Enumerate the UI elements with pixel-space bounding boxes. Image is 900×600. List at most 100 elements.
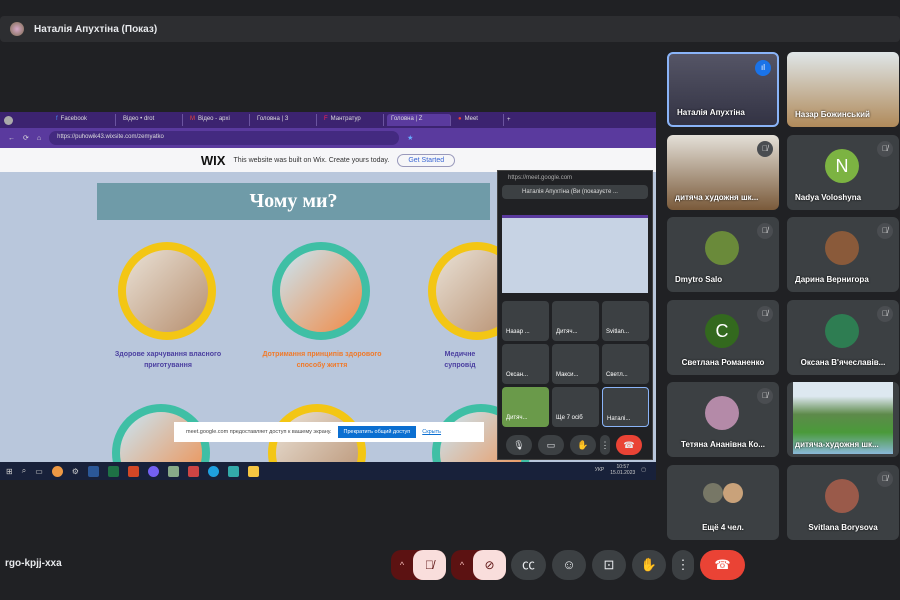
- participant-tile[interactable]: 🎙̸ Dmytro Salo: [667, 217, 779, 292]
- mic-options-chevron-icon[interactable]: ^: [391, 550, 413, 580]
- participant-name: дитяча художня шк...: [675, 193, 759, 202]
- participant-tile[interactable]: Назар Божинський: [787, 52, 899, 127]
- url-input[interactable]: https://puhowik43.wixsite.com/zemyatko: [49, 131, 400, 145]
- participant-tile[interactable]: 🎙̸ дитяча художня шк...: [667, 135, 779, 210]
- home-icon[interactable]: ⌂: [37, 135, 41, 142]
- notifications-icon[interactable]: ▢: [641, 467, 646, 473]
- avatar: N: [825, 149, 859, 183]
- camera-options-chevron-icon[interactable]: ^: [451, 550, 473, 580]
- notice-text: meet.google.com предоставляет доступ к в…: [186, 429, 332, 435]
- participant-name: Nadya Voloshyna: [795, 193, 862, 202]
- emoji-button[interactable]: ☺: [552, 550, 586, 580]
- wix-text: This website was built on Wix. Create yo…: [233, 156, 390, 164]
- more-options-button[interactable]: ⋮: [672, 550, 694, 580]
- browser-tab[interactable]: ● Meet: [454, 114, 504, 126]
- participant-name: Svitlana Borysova: [808, 523, 878, 532]
- participant-name: Дарина Вернигора: [795, 275, 869, 284]
- section-heading: Чому ми?: [97, 183, 490, 220]
- mic-off-icon: 🎙̸: [877, 141, 893, 157]
- mini-tile[interactable]: Дитяч...: [552, 301, 599, 341]
- mic-off-button[interactable]: 🎙̸: [413, 550, 446, 580]
- feature-caption: Дотримання принципів здорового способу ж…: [262, 351, 382, 369]
- browser-tab[interactable]: F Мантратур: [320, 114, 384, 126]
- mini-tile[interactable]: Макси...: [552, 344, 599, 384]
- app-icon[interactable]: [227, 465, 239, 477]
- avatar: [825, 314, 859, 348]
- chrome-icon[interactable]: [51, 465, 63, 477]
- hide-link[interactable]: Скрыть: [422, 429, 441, 435]
- participant-name: дитяча-художня шк...: [795, 440, 879, 449]
- mini-presenter-bar: Наталія Апухтіна (Ви (показуєте ...: [502, 185, 648, 199]
- browser-tab[interactable]: M Відео - архі: [186, 114, 250, 126]
- mini-tile[interactable]: Svitlan...: [602, 301, 649, 341]
- search-icon[interactable]: ⌕: [22, 466, 26, 476]
- participant-tile[interactable]: 🎙̸ C Светлана Романенко: [667, 300, 779, 375]
- mini-end-call-button[interactable]: ☎: [616, 435, 642, 455]
- star-icon[interactable]: ★: [407, 134, 413, 142]
- participant-name: Dmytro Salo: [675, 275, 723, 284]
- participant-tile[interactable]: 🎙̸ N Nadya Voloshyna: [787, 135, 899, 210]
- feature-image: [118, 242, 216, 340]
- mini-tile[interactable]: Оксан...: [502, 344, 549, 384]
- participant-name: Оксана В'ячеславів...: [800, 358, 886, 367]
- word-icon[interactable]: [87, 465, 99, 477]
- feature-caption: Здорове харчування власного приготування: [114, 351, 222, 369]
- powerpoint-icon[interactable]: [127, 465, 139, 477]
- present-button[interactable]: ⊡: [592, 550, 626, 580]
- mini-tile[interactable]: Светл...: [602, 344, 649, 384]
- windows-start-icon[interactable]: ⊞: [6, 467, 13, 476]
- participant-name: Наталія Апухтіна: [677, 108, 745, 117]
- mini-camera-button[interactable]: ▭: [538, 435, 564, 455]
- app-icon[interactable]: [187, 465, 199, 477]
- excel-icon[interactable]: [107, 465, 119, 477]
- mini-meet-url: https://meet.google.com: [508, 175, 573, 181]
- end-call-button[interactable]: ☎: [700, 550, 745, 580]
- mini-screen-preview: [502, 215, 648, 293]
- screen-share-notice: meet.google.com предоставляет доступ к в…: [174, 422, 484, 442]
- participant-tile[interactable]: 🎙̸ Svitlana Borysova: [787, 465, 899, 540]
- mic-off-icon: 🎙̸: [757, 388, 773, 404]
- new-tab-icon[interactable]: +: [507, 117, 511, 123]
- mini-hand-button[interactable]: ✋: [570, 435, 596, 455]
- mini-more-button[interactable]: ⋮: [600, 435, 610, 455]
- viber-icon[interactable]: [147, 465, 159, 477]
- task-view-icon[interactable]: ▭: [35, 467, 43, 476]
- file-explorer-icon[interactable]: [247, 465, 259, 477]
- participant-tile[interactable]: 🎙̸ Оксана В'ячеславів...: [787, 300, 899, 375]
- participant-tile[interactable]: 🎙̸ Дарина Вернигора: [787, 217, 899, 292]
- mini-tile[interactable]: Дитяч...: [502, 387, 549, 427]
- language-indicator[interactable]: УКР: [595, 467, 604, 473]
- mic-off-icon: 🎙̸: [877, 471, 893, 487]
- get-started-button[interactable]: Get Started: [397, 153, 456, 167]
- captions-button[interactable]: ㏄: [511, 550, 546, 580]
- edge-icon[interactable]: [207, 465, 219, 477]
- mic-off-icon: 🎙̸: [877, 223, 893, 239]
- participant-tile[interactable]: дитяча-художня шк...: [787, 382, 899, 457]
- browser-tab[interactable]: Головна | З: [253, 114, 317, 126]
- camera-control: ^ ⊘: [451, 550, 506, 580]
- browser-tab[interactable]: Відео • drot: [119, 114, 183, 126]
- camera-off-button[interactable]: ⊘: [473, 550, 506, 580]
- wix-banner: WIX This website was built on Wix. Creat…: [0, 148, 656, 172]
- participant-tile-more[interactable]: Ещё 4 чел.: [667, 465, 779, 540]
- participant-tile[interactable]: ıl Наталія Апухтіна: [667, 52, 779, 127]
- avatar: [705, 396, 739, 430]
- app-icon[interactable]: [167, 465, 179, 477]
- stop-sharing-button[interactable]: Прекратить общий доступ: [337, 426, 417, 438]
- mini-mic-button[interactable]: 🎙: [506, 435, 532, 455]
- mini-tile[interactable]: Назар ...: [502, 301, 549, 341]
- browser-tab[interactable]: f Facebook: [52, 114, 116, 126]
- taskbar: ⊞ ⌕ ▭ ⚙ УКР 10:57 15.01.2023 ▢: [0, 462, 656, 480]
- mic-off-icon: 🎙̸: [877, 306, 893, 322]
- mini-tile[interactable]: Наталі...: [602, 387, 649, 427]
- mini-tile[interactable]: Ще 7 осіб: [552, 387, 599, 427]
- reload-icon[interactable]: ⟳: [23, 134, 29, 142]
- raise-hand-button[interactable]: ✋: [632, 550, 666, 580]
- presenter-name: Наталія Апухтіна (Показ): [34, 23, 158, 35]
- browser-tab-active[interactable]: Головна | Z: [387, 114, 451, 126]
- back-icon[interactable]: ←: [8, 135, 15, 142]
- avatar: [705, 231, 739, 265]
- participant-tile[interactable]: 🎙̸ Тетяна Ананівна Ко...: [667, 382, 779, 457]
- settings-icon[interactable]: ⚙: [72, 467, 79, 476]
- mini-meet-window: https://meet.google.com Наталія Апухтіна…: [497, 170, 653, 460]
